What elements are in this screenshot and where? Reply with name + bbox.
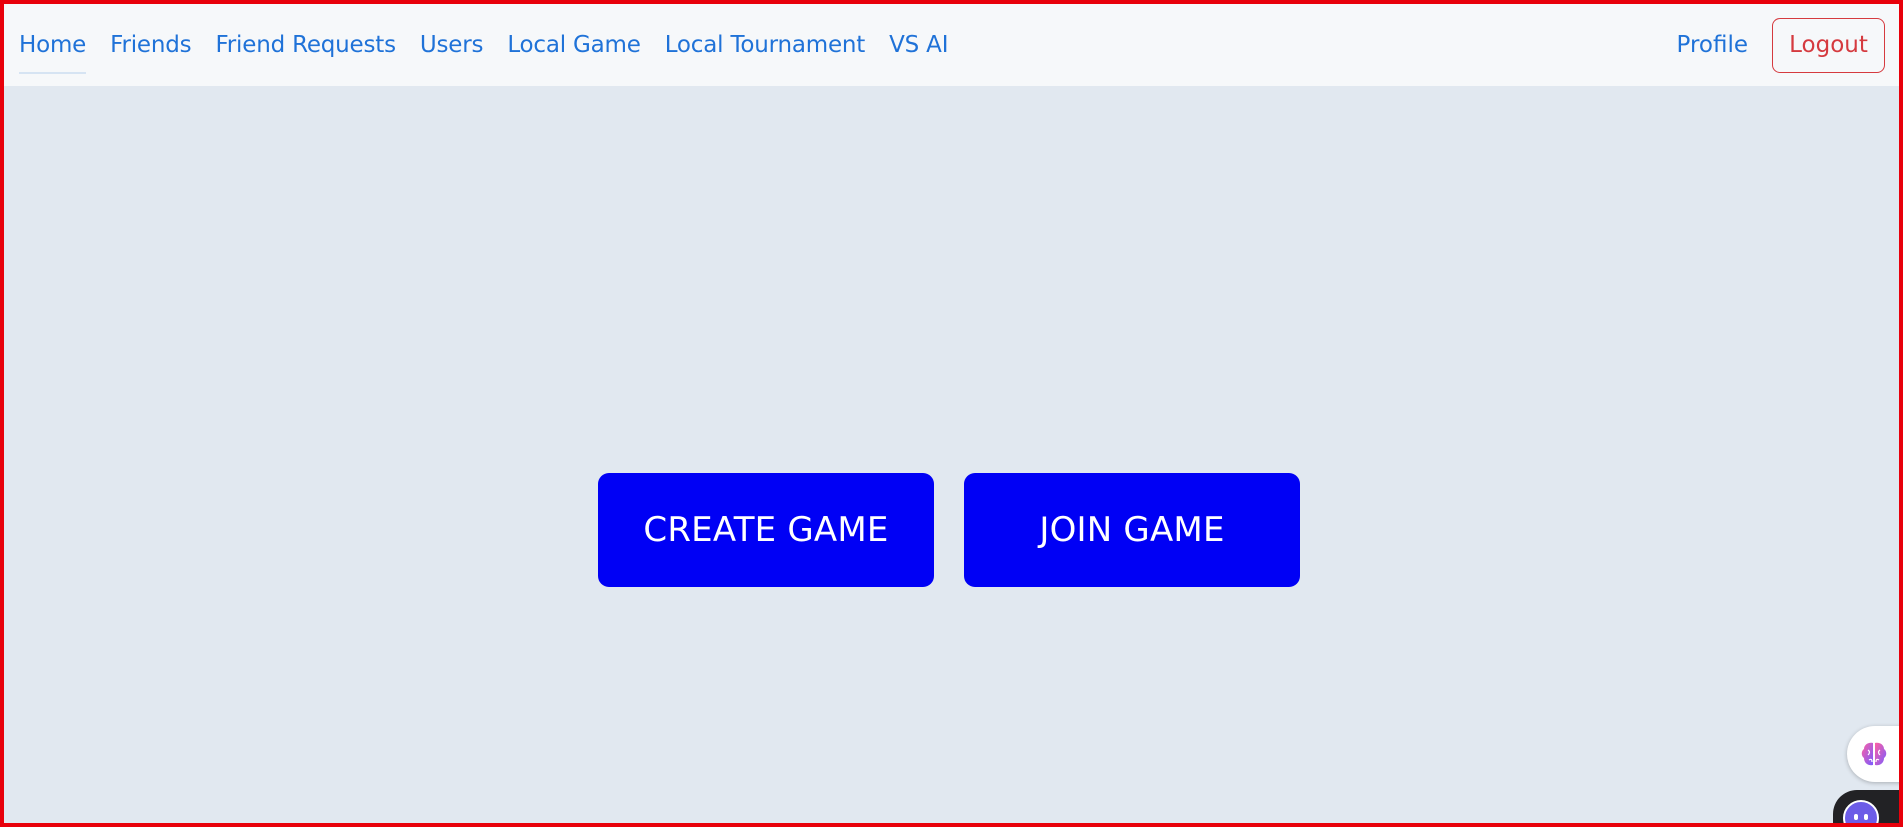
nav-item-local-tournament[interactable]: Local Tournament	[665, 4, 866, 86]
top-navbar: Home Friends Friend Requests Users Local…	[4, 4, 1899, 86]
profile-link[interactable]: Profile	[1676, 32, 1748, 58]
nav-right: Profile Logout	[1676, 17, 1885, 73]
nav-item-users[interactable]: Users	[420, 4, 484, 86]
assistant-eye-right	[1864, 814, 1868, 820]
nav-links: Home Friends Friend Requests Users Local…	[19, 4, 972, 86]
logout-button[interactable]: Logout	[1772, 17, 1885, 73]
nav-item-friend-requests[interactable]: Friend Requests	[215, 4, 396, 86]
nav-item-friends[interactable]: Friends	[110, 4, 192, 86]
join-game-button[interactable]: JOIN GAME	[964, 473, 1300, 587]
create-game-button[interactable]: CREATE GAME	[598, 473, 934, 587]
assistant-face-icon	[1843, 800, 1879, 823]
brain-icon	[1861, 742, 1887, 766]
brain-extension-widget[interactable]	[1847, 726, 1899, 782]
assistant-eye-left	[1854, 814, 1858, 820]
nav-item-local-game[interactable]: Local Game	[507, 4, 641, 86]
nav-item-home[interactable]: Home	[19, 4, 86, 86]
nav-item-vs-ai[interactable]: VS AI	[889, 4, 948, 86]
app-frame: Home Friends Friend Requests Users Local…	[0, 0, 1903, 827]
assistant-extension-widget[interactable]	[1833, 790, 1899, 823]
